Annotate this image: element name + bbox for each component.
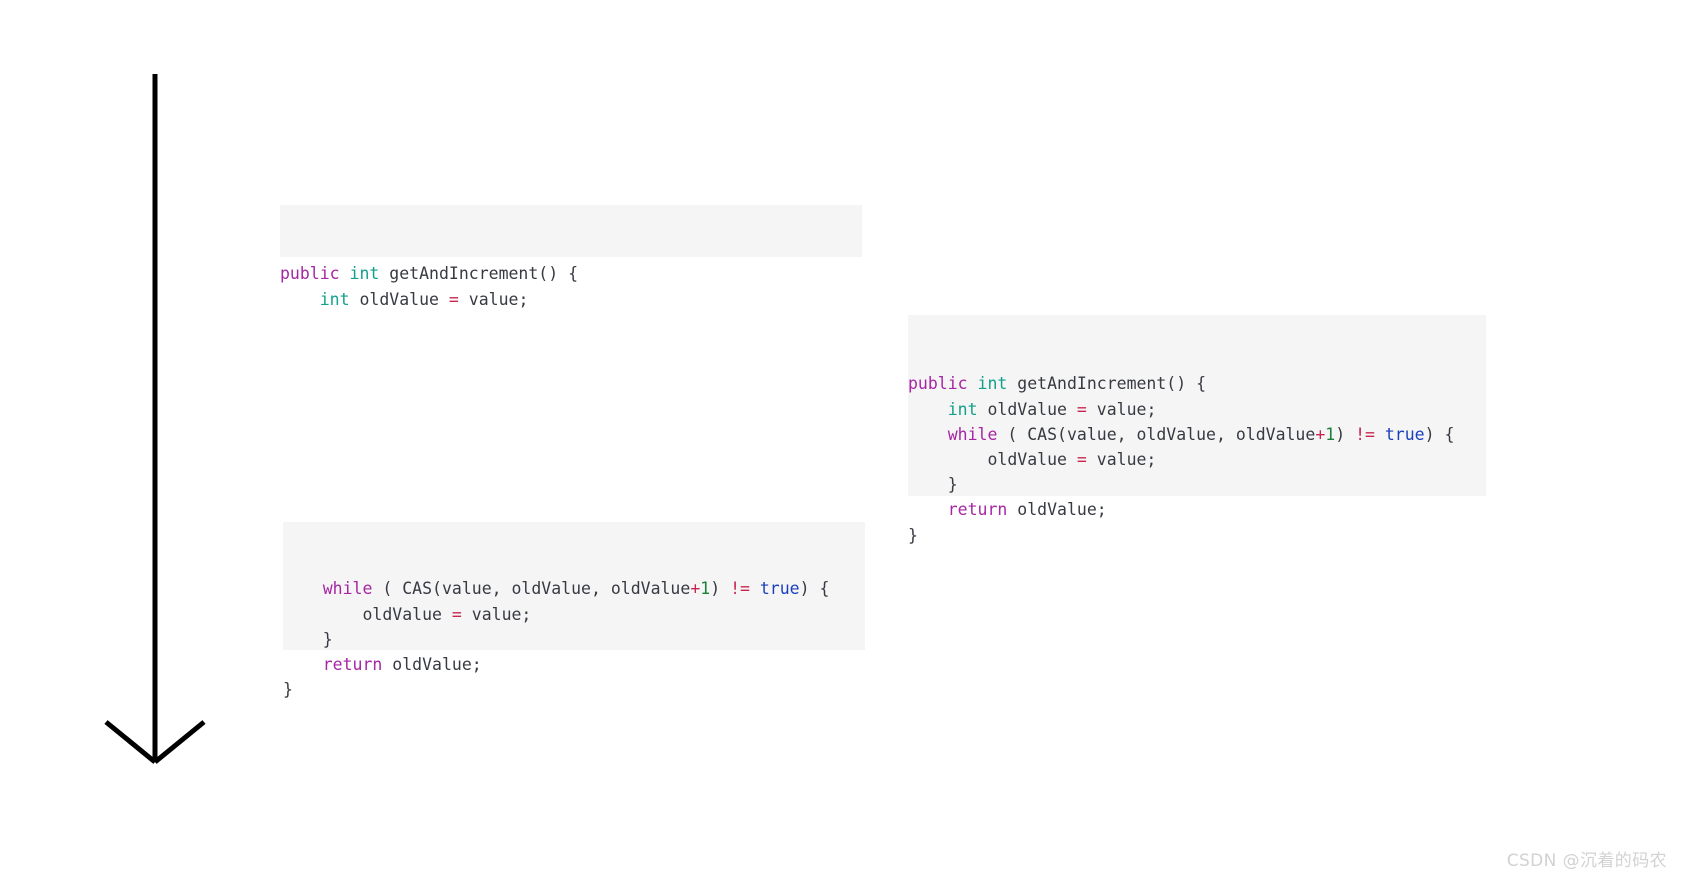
code-token-type: int [349,264,380,284]
code-line: return oldValue; [908,497,1486,522]
code-line: int oldValue = value; [908,397,1486,422]
code-line: public int getAndIncrement() { [280,261,862,286]
code-token-id: oldValue [349,289,449,309]
code-token-id: value; [1086,399,1157,419]
code-token-op: + [1315,424,1326,444]
code-token-bool: true [1384,424,1425,444]
code-token-id [908,400,948,419]
code-token-op: = [1076,399,1087,419]
code-line: oldValue = value; [283,602,865,627]
code-line: public int getAndIncrement() { [908,371,1486,396]
code-token-id: } [908,525,918,545]
code-token-id [340,264,350,283]
code-token-kw: public [908,374,968,394]
code-block-before-top: public int getAndIncrement() { int oldVa… [280,205,862,309]
code-token-id [1375,425,1385,444]
code-token-bool: true [759,579,800,599]
code-token-id [908,500,948,519]
code-token-id [280,290,320,309]
code-token-kw: return [322,654,383,674]
code-token-id: ( CAS(value, oldValue, oldValue [997,424,1316,444]
code-token-id [283,655,323,674]
code-token-op: + [690,579,701,599]
code-token-type: int [947,399,978,419]
code-token-id: } [908,475,958,495]
code-lines-container: public int getAndIncrement() { int oldVa… [908,365,1486,555]
code-token-kw: while [322,579,373,599]
code-token-id [750,579,760,598]
code-token-id: ) { [1424,424,1455,444]
code-token-id: oldValue; [1007,500,1107,520]
code-block-before-bottom: while ( CAS(value, oldValue, oldValue+1)… [283,522,865,699]
code-line: while ( CAS(value, oldValue, oldValue+1)… [283,576,865,601]
code-line: oldValue = value; [908,447,1486,472]
code-token-kw: while [947,424,998,444]
code-token-id [283,579,323,598]
code-token-num: 1 [700,579,711,599]
code-line: } [908,523,1486,548]
code-token-id: ) { [799,579,830,599]
code-token-kw: public [280,264,340,284]
code-token-op: = [1076,449,1087,469]
code-token-id: ) [1335,424,1356,444]
code-token-op: = [448,289,459,309]
code-token-kw: return [947,500,1008,520]
code-token-id: value; [1086,449,1157,469]
code-token-type: int [319,289,350,309]
arrow-head-right-barb [153,720,206,764]
code-lines-container: public int getAndIncrement() { int oldVa… [280,255,862,311]
figure-canvas: public int getAndIncrement() { int oldVa… [0,0,1689,893]
code-token-id: oldValue [283,604,452,624]
code-line: return oldValue; [283,652,865,677]
code-token-id: ) [710,579,731,599]
code-token-id: value; [458,289,529,309]
code-token-id [908,425,948,444]
code-token-id: oldValue; [382,654,482,674]
code-line: while ( CAS(value, oldValue, oldValue+1)… [908,422,1486,447]
code-token-op: != [1355,424,1375,444]
code-line: int oldValue = value; [280,287,862,312]
code-token-id: value; [461,604,532,624]
code-token-id: getAndIncrement() { [1007,374,1207,394]
code-token-id: oldValue [908,449,1077,469]
code-token-id: } [283,680,293,700]
code-line: } [908,472,1486,497]
code-block-after-full: public int getAndIncrement() { int oldVa… [908,315,1486,545]
code-token-id: ( CAS(value, oldValue, oldValue [372,579,691,599]
csdn-watermark: CSDN @沉着的码农 [1506,851,1667,871]
code-token-id: getAndIncrement() { [379,264,579,284]
code-token-id [968,374,978,393]
code-token-id: } [283,629,333,649]
code-token-id: oldValue [977,399,1077,419]
code-token-op: = [451,604,462,624]
code-token-num: 1 [1325,424,1336,444]
code-line: } [283,627,865,652]
arrow-head-left-barb [104,720,157,764]
code-token-type: int [977,374,1008,394]
code-token-op: != [730,579,750,599]
code-line: } [283,677,865,702]
code-lines-container: while ( CAS(value, oldValue, oldValue+1)… [283,572,865,710]
